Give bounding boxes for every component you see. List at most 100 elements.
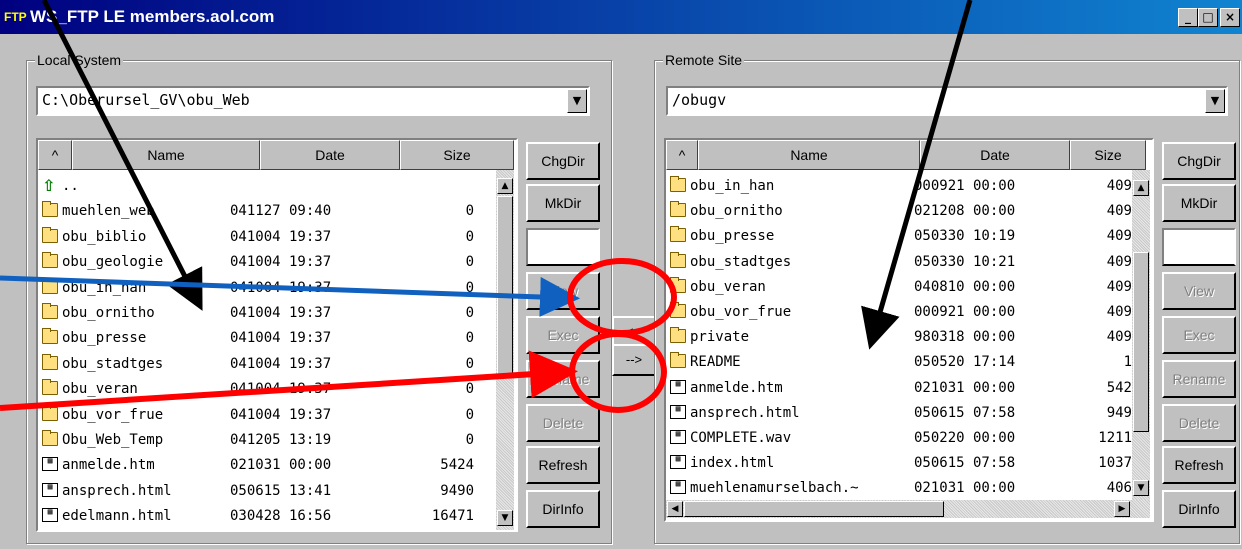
remote-view-button[interactable]: View [1162, 272, 1236, 310]
remote-site-label: Remote Site [663, 51, 745, 69]
folder-icon [670, 276, 686, 293]
remote-sort-header[interactable]: ^ [666, 140, 698, 170]
file-name: Obu_Web_Temp [62, 432, 164, 448]
list-item[interactable]: obu_ornitho 021208 00:00 409 [666, 199, 1132, 223]
local-refresh-button[interactable]: Refresh [526, 446, 600, 484]
list-item[interactable]: ▦ muehlenamurselbach.~ 021031 00:00 406 [666, 476, 1132, 500]
scroll-up-button[interactable]: ▲ [1133, 180, 1149, 196]
hscroll-thumb[interactable] [684, 501, 944, 517]
minimize-button[interactable]: _ [1178, 8, 1198, 27]
file-size: 0 [465, 406, 474, 423]
list-item[interactable]: ⇧.. [38, 174, 494, 198]
list-item[interactable]: README 050520 17:14 1 [666, 350, 1132, 374]
remote-chgdir-button[interactable]: ChgDir [1162, 142, 1236, 180]
file-name: COMPLETE.wav [690, 430, 792, 446]
local-date-header[interactable]: Date [260, 140, 400, 170]
list-item[interactable]: obu_in_han 041004 19:37 0 [38, 276, 494, 300]
list-item[interactable]: obu_presse 041004 19:37 0 [38, 326, 494, 350]
ws-ftp-window: FTP WS_FTP LE members.aol.com _ □ × Loca… [0, 0, 1242, 549]
scroll-right-button[interactable]: ▶ [1114, 501, 1130, 517]
remote-size-header[interactable]: Size [1070, 140, 1146, 170]
list-item[interactable]: ▦ index.html 050615 07:58 1037 [666, 451, 1132, 475]
local-dirinfo-button[interactable]: DirInfo [526, 490, 600, 528]
file-size: 542 [1106, 379, 1132, 396]
local-mkdir-button[interactable]: MkDir [526, 184, 600, 222]
remote-name-header[interactable]: Name [698, 140, 920, 170]
local-exec-button[interactable]: Exec [526, 316, 600, 354]
chevron-down-icon[interactable]: ▼ [1205, 89, 1225, 113]
file-date: 041004 19:37 [230, 228, 332, 245]
scroll-down-button[interactable]: ▼ [497, 510, 513, 526]
title-bar[interactable]: FTP WS_FTP LE members.aol.com _ □ × [0, 0, 1242, 34]
remote-date-header[interactable]: Date [920, 140, 1070, 170]
local-sort-header[interactable]: ^ [38, 140, 72, 170]
maximize-button[interactable]: □ [1198, 8, 1218, 27]
list-item[interactable]: obu_in_han 000921 00:00 409 [666, 174, 1132, 198]
file-size: 0 [465, 254, 474, 271]
file-name: obu_ornitho [690, 203, 783, 220]
list-item[interactable]: ▦ anmelde.htm 021031 00:00 5424 [38, 453, 494, 477]
list-item[interactable]: obu_biblio 041004 19:37 0 [38, 225, 494, 249]
list-item[interactable]: obu_vor_frue 041004 19:37 0 [38, 403, 494, 427]
folder-icon [42, 303, 58, 319]
local-rename-button[interactable]: Rename [526, 360, 600, 398]
local-delete-button[interactable]: Delete [526, 404, 600, 442]
file-name: index.html [690, 455, 775, 472]
file-name: obu_biblio [62, 228, 147, 245]
local-file-list[interactable]: ^ Name Date Size ⇧.. muehlen_web 041127 09… [36, 138, 518, 532]
remote-dirinfo-button[interactable]: DirInfo [1162, 490, 1236, 528]
remote-horizontal-scrollbar[interactable]: ◀ ▶ [666, 500, 1150, 518]
file-name: obu_presse [62, 330, 147, 347]
folder-icon [42, 430, 58, 446]
local-size-header[interactable]: Size [400, 140, 514, 170]
remote-refresh-button[interactable]: Refresh [1162, 446, 1236, 484]
list-item[interactable]: ▦ ansprech.html 050615 07:58 949 [666, 401, 1132, 425]
scroll-down-button[interactable]: ▼ [1133, 480, 1149, 496]
list-item[interactable]: obu_ornitho 041004 19:37 0 [38, 301, 494, 325]
remote-delete-button[interactable]: Delete [1162, 404, 1236, 442]
folder-icon [670, 176, 686, 192]
remote-mkdir-button[interactable]: MkDir [1162, 184, 1236, 222]
list-item[interactable]: ▦ COMPLETE.wav 050220 00:00 1211 [666, 426, 1132, 450]
remote-file-list[interactable]: ^ Name Date Size obu_in_han 000921 00:00 4… [664, 138, 1154, 522]
remote-exec-button[interactable]: Exec [1162, 316, 1236, 354]
folder-icon [42, 201, 58, 218]
list-item[interactable]: Obu_Web_Temp 041205 13:19 0 [38, 428, 494, 452]
list-item[interactable]: obu_veran 041004 19:37 0 [38, 377, 494, 401]
list-item[interactable]: obu_veran 040810 00:00 409 [666, 275, 1132, 299]
file-name: ansprech.html [690, 404, 800, 421]
remote-vertical-scrollbar[interactable]: ▲ ▼ [1132, 170, 1150, 500]
local-vertical-scrollbar[interactable]: ▲ ▼ [496, 170, 514, 530]
scroll-left-button[interactable]: ◀ [667, 501, 683, 517]
file-size: 16471 [431, 508, 474, 525]
folder-icon [42, 353, 58, 370]
list-item[interactable]: obu_presse 050330 10:19 409 [666, 224, 1132, 248]
remote-path-combo[interactable]: /obugv ▼ [666, 86, 1228, 116]
scroll-up-button[interactable]: ▲ [497, 178, 513, 194]
local-chgdir-button[interactable]: ChgDir [526, 142, 600, 180]
file-size: 0 [465, 355, 474, 372]
scroll-thumb[interactable] [1133, 252, 1149, 432]
local-name-header[interactable]: Name [72, 140, 260, 170]
file-name: obu_in_han [62, 279, 147, 296]
close-button[interactable]: × [1220, 8, 1240, 27]
list-item[interactable]: ▦ anmelde.htm 021031 00:00 542 [666, 376, 1132, 400]
upload-button[interactable]: --> [612, 344, 656, 376]
list-item[interactable]: muehlen_web 041127 09:40 0 [38, 199, 494, 223]
local-name-field[interactable] [526, 228, 600, 266]
list-item[interactable]: ▦ ansprech.html 050615 13:41 9490 [38, 479, 494, 503]
file-size: 409 [1106, 178, 1132, 194]
scroll-thumb[interactable] [497, 196, 513, 376]
list-item[interactable]: obu_geologie 041004 19:37 0 [38, 250, 494, 274]
file-date: 050330 10:19 [914, 228, 1016, 245]
remote-rename-button[interactable]: Rename [1162, 360, 1236, 398]
list-item[interactable]: obu_vor_frue 000921 00:00 409 [666, 300, 1132, 324]
local-path-combo[interactable]: C:\Oberursel_GV\obu_Web ▼ [36, 86, 590, 116]
list-item[interactable]: ▦ edelmann.html 030428 16:56 16471 [38, 504, 494, 528]
chevron-down-icon[interactable]: ▼ [567, 89, 587, 113]
local-view-button[interactable]: View [526, 272, 600, 310]
list-item[interactable]: obu_stadtges 041004 19:37 0 [38, 352, 494, 376]
remote-name-field[interactable] [1162, 228, 1236, 266]
list-item[interactable]: private 980318 00:00 409 [666, 325, 1132, 349]
list-item[interactable]: obu_stadtges 050330 10:21 409 [666, 250, 1132, 274]
